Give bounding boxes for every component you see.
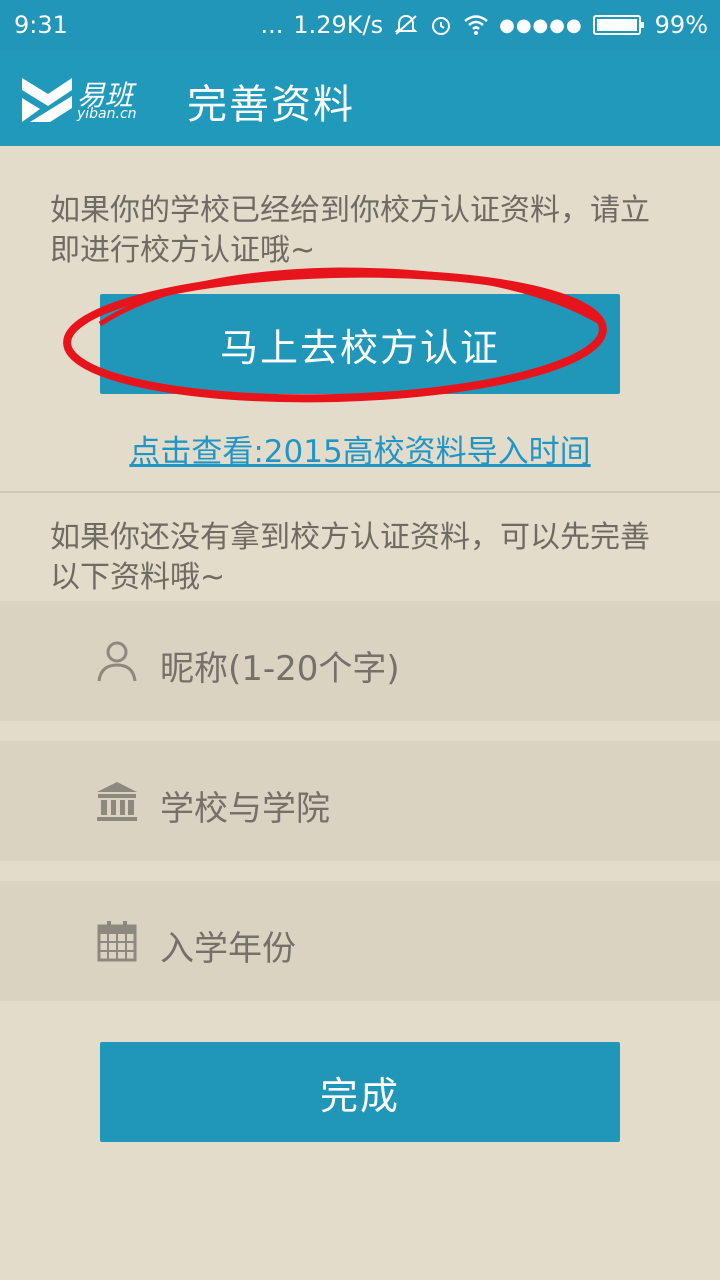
calendar-icon	[97, 921, 137, 962]
page-title: 完善资料	[187, 82, 355, 128]
section-divider	[0, 491, 720, 493]
yiban-logo[interactable]: 易班 yiban.cn	[20, 74, 160, 126]
battery-percent: 99%	[654, 11, 708, 39]
year-placeholder: 入学年份	[160, 929, 296, 969]
mute-icon	[393, 13, 419, 37]
enrollment-year-field[interactable]: 入学年份	[0, 881, 720, 1001]
school-placeholder: 学校与学院	[160, 789, 330, 829]
school-building-icon	[97, 782, 137, 821]
alarm-icon	[429, 13, 453, 37]
status-dots: ...	[260, 11, 284, 39]
signal-icon: ●●●●●	[499, 14, 583, 36]
yiban-logo-icon	[22, 78, 72, 122]
status-indicators: ... 1.29K/s ●●●●● 99%	[260, 11, 708, 39]
school-field[interactable]: 学校与学院	[0, 741, 720, 861]
network-speed: 1.29K/s	[293, 11, 384, 39]
nickname-field[interactable]: 昵称(1-20个字)	[0, 601, 720, 721]
status-bar: 9:31 ... 1.29K/s ●●●●● 99%	[0, 0, 720, 50]
done-button[interactable]: 完成	[100, 1042, 620, 1142]
wifi-icon	[463, 14, 489, 36]
import-time-link[interactable]: 点击查看:2015高校资料导入时间	[100, 426, 620, 471]
app-header: 易班 yiban.cn 完善资料	[0, 50, 720, 146]
logo-domain: yiban.cn	[77, 106, 137, 122]
status-time: 9:31	[14, 11, 68, 39]
secondary-text: 如果你还没有拿到校方认证资料，可以先完善以下资料哦~	[50, 520, 650, 595]
intro-text: 如果你的学校已经给到你校方认证资料，请立即进行校方认证哦~	[50, 193, 650, 268]
user-icon	[97, 641, 137, 682]
nickname-placeholder: 昵称(1-20个字)	[160, 649, 400, 689]
school-verify-button[interactable]: 马上去校方认证	[100, 294, 620, 394]
battery-icon	[592, 13, 645, 37]
